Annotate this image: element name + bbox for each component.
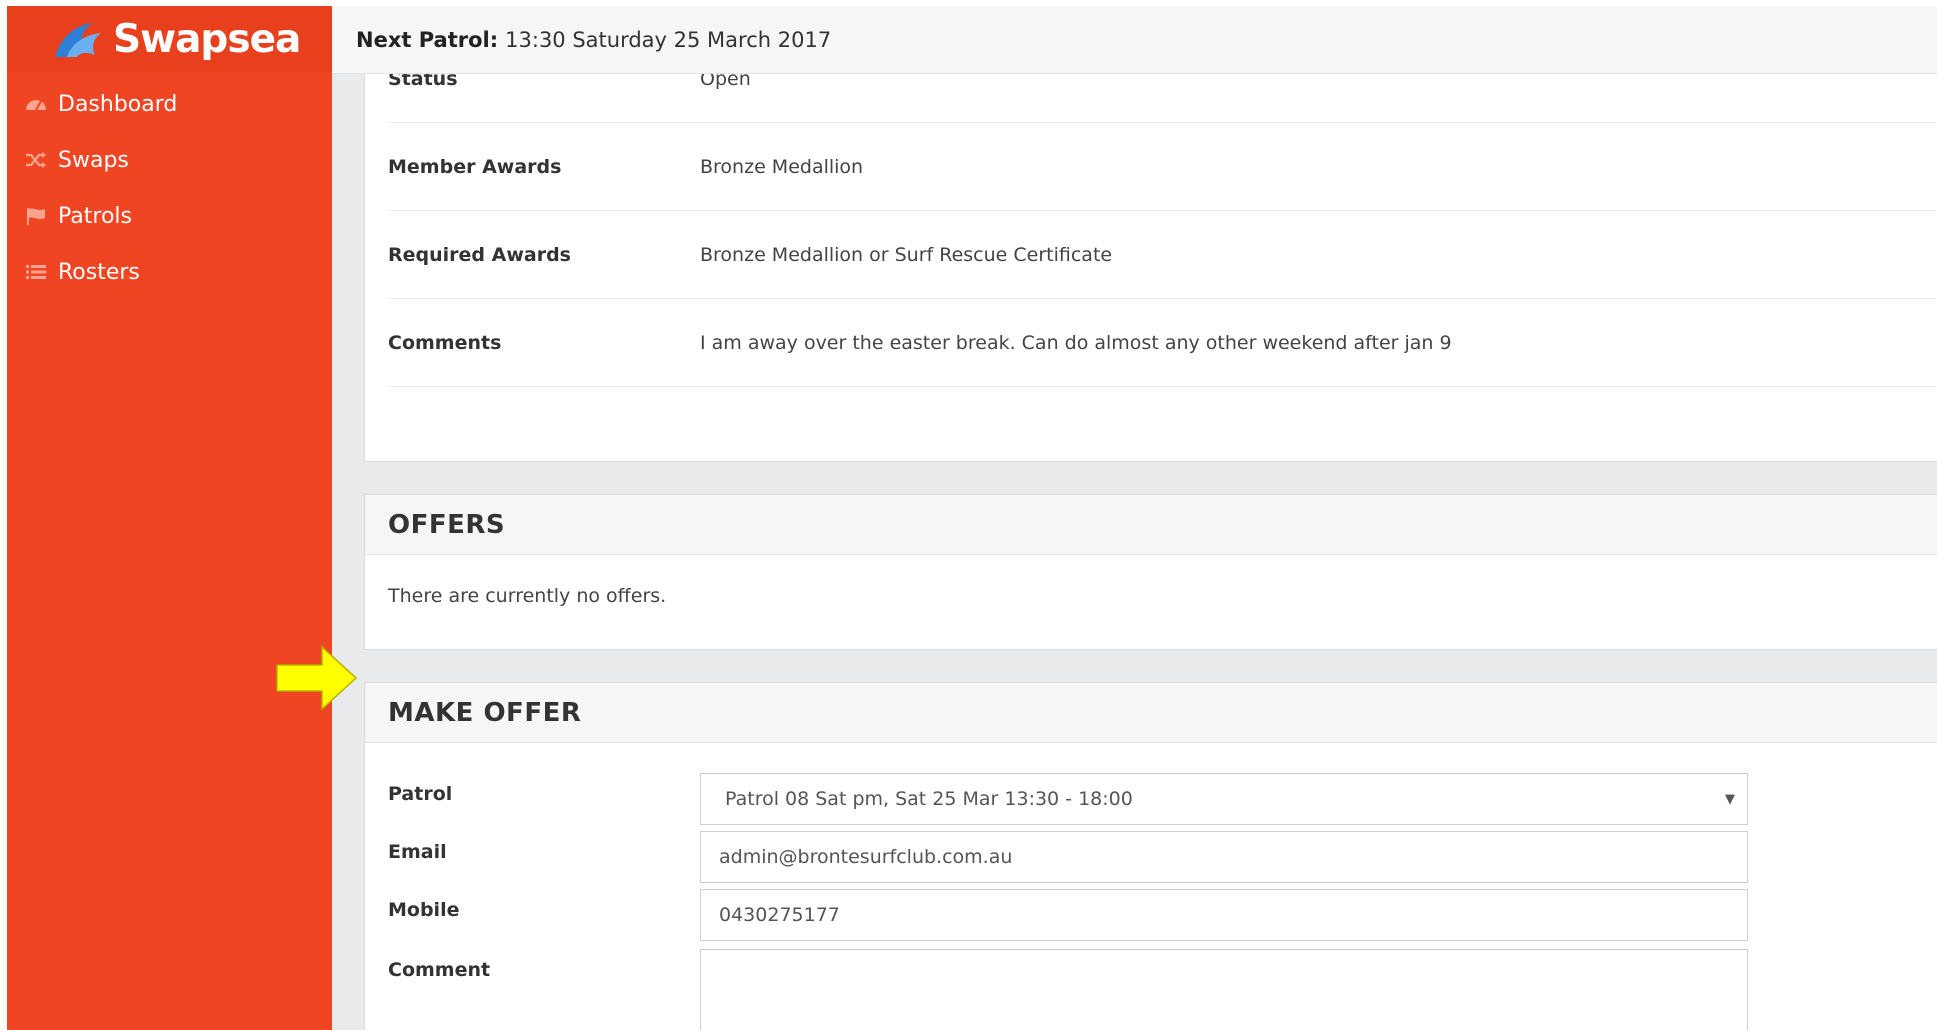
detail-value: I am away over the easter break. Can do … — [700, 331, 1452, 354]
detail-row-member-awards: Member Awards Bronze Medallion — [388, 123, 1937, 211]
email-row: Email admin@brontesurfclub.com.au — [388, 831, 1748, 883]
detail-row-comments: Comments I am away over the easter break… — [388, 299, 1937, 387]
mobile-value: 0430275177 — [719, 904, 840, 926]
comment-textarea[interactable] — [700, 949, 1748, 1030]
wave-logo-icon — [55, 23, 101, 57]
main-content[interactable]: Status Open Member Awards Bronze Medalli… — [332, 74, 1937, 1030]
brand-logo[interactable]: Swapsea — [7, 6, 332, 72]
shuffle-icon — [24, 149, 48, 171]
mobile-label: Mobile — [388, 899, 460, 921]
detail-row-required-awards: Required Awards Bronze Medallion or Surf… — [388, 211, 1937, 299]
dashboard-icon — [24, 93, 48, 115]
detail-label: Required Awards — [388, 243, 571, 266]
detail-label: Member Awards — [388, 155, 562, 178]
make-offer-title: MAKE OFFER — [365, 683, 1937, 743]
detail-value: Open — [700, 74, 751, 90]
comment-label: Comment — [388, 959, 491, 981]
sidebar-item-dashboard[interactable]: Dashboard — [7, 76, 332, 132]
sidebar-item-rosters[interactable]: Rosters — [7, 244, 332, 300]
offers-empty-message: There are currently no offers. — [388, 585, 667, 607]
detail-value: Bronze Medallion — [700, 155, 864, 178]
sidebar-item-label: Dashboard — [58, 91, 178, 117]
offers-card: OFFERS There are currently no offers. — [364, 494, 1937, 650]
patrol-label: Patrol — [388, 783, 453, 805]
email-value: admin@brontesurfclub.com.au — [719, 846, 1013, 868]
comment-row: Comment — [388, 949, 1748, 1030]
next-patrol-value: 13:30 Saturday 25 March 2017 — [505, 27, 832, 52]
patrol-row: Patrol Patrol 08 Sat pm, Sat 25 Mar 13:3… — [388, 773, 1748, 825]
yellow-arrow-icon — [276, 645, 358, 711]
mobile-field[interactable]: 0430275177 — [700, 889, 1748, 941]
sidebar-item-swaps[interactable]: Swaps — [7, 132, 332, 188]
detail-value: Bronze Medallion or Surf Rescue Certific… — [700, 243, 1113, 266]
offers-title: OFFERS — [365, 495, 1937, 555]
next-patrol-label: Next Patrol: — [356, 27, 499, 52]
email-label: Email — [388, 841, 447, 863]
swap-details-card: Status Open Member Awards Bronze Medalli… — [364, 74, 1937, 462]
make-offer-card: MAKE OFFER Patrol Patrol 08 Sat pm, Sat … — [364, 682, 1937, 1030]
sidebar-item-patrols[interactable]: Patrols — [7, 188, 332, 244]
patrol-selected-value: Patrol 08 Sat pm, Sat 25 Mar 13:30 - 18:… — [725, 788, 1133, 810]
chevron-down-icon: ▼ — [1725, 792, 1735, 807]
sidebar-item-label: Swaps — [58, 147, 129, 173]
detail-row-status: Status Open — [388, 74, 1937, 123]
list-icon — [24, 261, 48, 283]
detail-label: Status — [388, 74, 458, 90]
sidebar-item-label: Patrols — [58, 203, 132, 229]
patrol-select[interactable]: Patrol 08 Sat pm, Sat 25 Mar 13:30 - 18:… — [700, 773, 1748, 825]
brand-name: Swapsea — [113, 16, 301, 62]
sidebar-item-label: Rosters — [58, 259, 140, 285]
sidebar-nav: Dashboard Swaps Patrols Rosters — [7, 76, 332, 300]
detail-label: Comments — [388, 331, 502, 354]
sidebar: Swapsea Dashboard Swaps Patrols Rosters — [7, 6, 332, 1030]
email-field[interactable]: admin@brontesurfclub.com.au — [700, 831, 1748, 883]
mobile-row: Mobile 0430275177 — [388, 889, 1748, 941]
topbar: Next Patrol: 13:30 Saturday 25 March 201… — [332, 6, 1937, 74]
flag-icon — [24, 205, 48, 227]
